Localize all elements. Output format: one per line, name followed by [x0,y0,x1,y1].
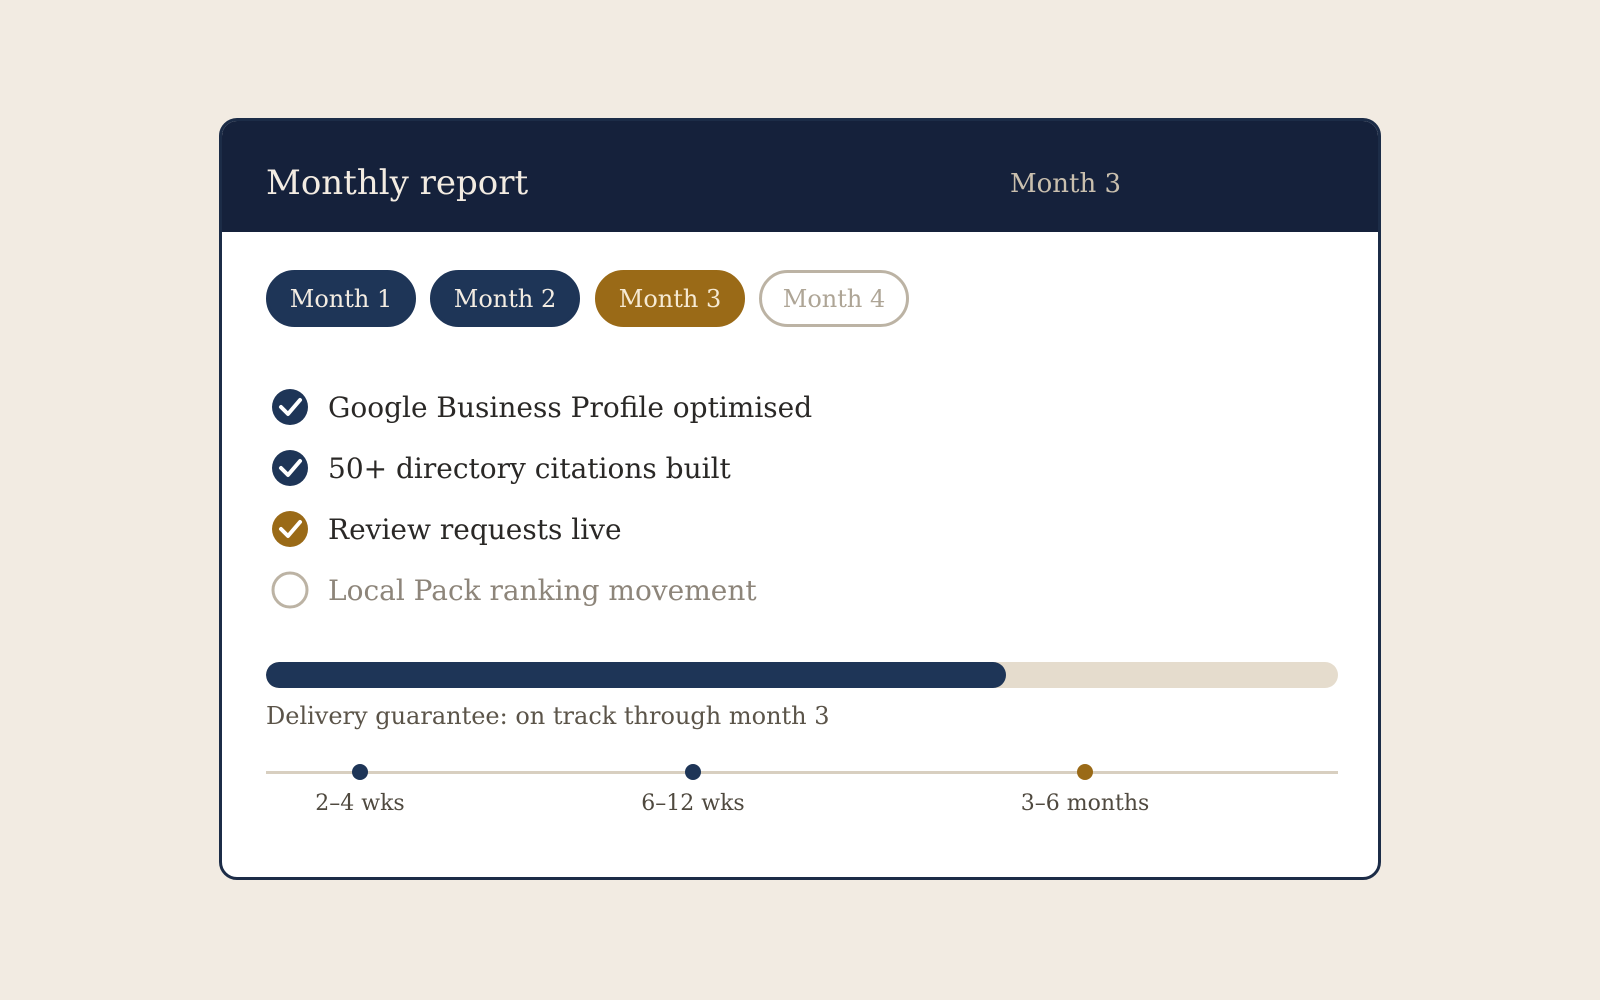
check-circle-icon [272,389,308,425]
timeline-label: 2–4 wks [315,791,405,816]
card-header: Monthly report Month 3 [222,121,1378,232]
tab-month-1[interactable]: Month 1 [266,270,416,327]
timeline-dot [1077,764,1093,780]
tab-month-4[interactable]: Month 4 [759,270,909,327]
monthly-report-card: Monthly report Month 3 Month 1 Month 2 M… [219,118,1381,880]
timeline-line [266,771,1338,774]
delivery-guarantee-text: Delivery guarantee: on track through mon… [266,702,830,730]
checklist-item: Local Pack ranking movement [266,570,757,610]
check-circle-icon [272,511,308,547]
tab-month-2[interactable]: Month 2 [430,270,580,327]
checklist-item: Review requests live [266,509,622,549]
checklist-item: 50+ directory citations built [266,448,731,488]
checklist-item-label: 50+ directory citations built [328,451,731,485]
progress-bar [266,662,1338,688]
tab-month-3[interactable]: Month 3 [595,270,745,327]
checklist-item-label: Google Business Profile optimised [328,390,813,424]
progress-bar-fill [266,662,1006,688]
page-title: Monthly report [266,163,529,203]
timeline-dot [685,764,701,780]
timeline-label: 6–12 wks [641,791,745,816]
check-circle-icon [272,450,308,486]
checklist-item-label: Review requests live [328,512,622,546]
current-month-label: Month 3 [1010,169,1122,199]
checklist-item: Google Business Profile optimised [266,387,812,427]
timeline-dot [352,764,368,780]
timeline-label: 3–6 months [1020,791,1150,816]
empty-circle-icon [271,571,309,609]
checklist-item-label: Local Pack ranking movement [328,573,757,607]
